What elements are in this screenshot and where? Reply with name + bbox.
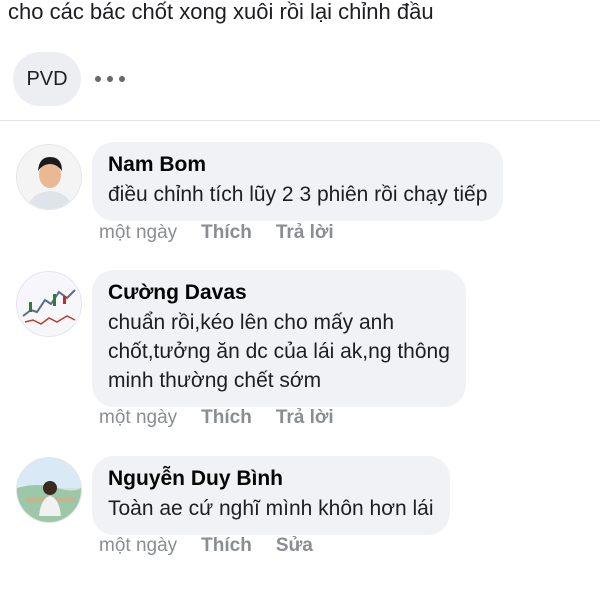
- avatar[interactable]: [16, 271, 82, 337]
- avatar[interactable]: [16, 144, 82, 210]
- edit-button[interactable]: Sửa: [276, 535, 313, 557]
- comment-time[interactable]: một ngày: [99, 407, 177, 429]
- comment-line: minh thường chết sớm: [108, 369, 322, 392]
- reply-button[interactable]: Trả lời: [276, 407, 334, 429]
- comment-text: điều chỉnh tích lũy 2 3 phiên rồi chạy t…: [108, 180, 487, 209]
- comment-line: chuẩn rồi,kéo lên cho mấy anh: [108, 311, 395, 334]
- comment-time[interactable]: một ngày: [99, 535, 177, 557]
- tag-chip[interactable]: PVD: [13, 52, 81, 106]
- comment-author[interactable]: Nguyễn Duy Bình: [108, 466, 434, 492]
- avatar-chart-icon: [17, 272, 81, 336]
- comment-line: Toàn ae cứ nghĩ mình khôn hơn lái: [108, 497, 434, 520]
- comment-bubble: Nguyễn Duy Bình Toàn ae cứ nghĩ mình khô…: [92, 456, 450, 535]
- more-horizontal-icon[interactable]: [95, 69, 125, 89]
- like-button[interactable]: Thích: [201, 535, 252, 557]
- post-tag-row: PVD: [13, 52, 125, 106]
- avatar-photo-icon: [17, 458, 81, 522]
- comment-actions: một ngày Thích Trả lời: [99, 407, 358, 429]
- comment-actions: một ngày Thích Trả lời: [99, 222, 358, 244]
- comment-time[interactable]: một ngày: [99, 222, 177, 244]
- comment-line: điều chỉnh tích lũy 2 3 phiên rồi chạy t…: [108, 183, 488, 206]
- comment-text: chuẩn rồi,kéo lên cho mấy anh chốt,tưởng…: [108, 308, 450, 395]
- comment-bubble: Cường Davas chuẩn rồi,kéo lên cho mấy an…: [92, 270, 466, 407]
- avatar[interactable]: [16, 457, 82, 523]
- comment-author[interactable]: Nam Bom: [108, 152, 487, 178]
- comment-bubble: Nam Bom điều chỉnh tích lũy 2 3 phiên rồ…: [92, 142, 504, 221]
- comment-author[interactable]: Cường Davas: [108, 280, 450, 306]
- reply-button[interactable]: Trả lời: [276, 222, 334, 244]
- like-button[interactable]: Thích: [201, 222, 252, 244]
- like-button[interactable]: Thích: [201, 407, 252, 429]
- divider: [0, 120, 600, 121]
- comment-line: chốt,tưởng ăn dc của lái ak,ng thông: [108, 340, 450, 363]
- comment-text: Toàn ae cứ nghĩ mình khôn hơn lái: [108, 494, 434, 523]
- avatar-photo-icon: [17, 145, 81, 209]
- comment-actions: một ngày Thích Sửa: [99, 535, 337, 557]
- post-text: cho các bác chốt xong xuôi rồi lại chỉnh…: [8, 0, 434, 24]
